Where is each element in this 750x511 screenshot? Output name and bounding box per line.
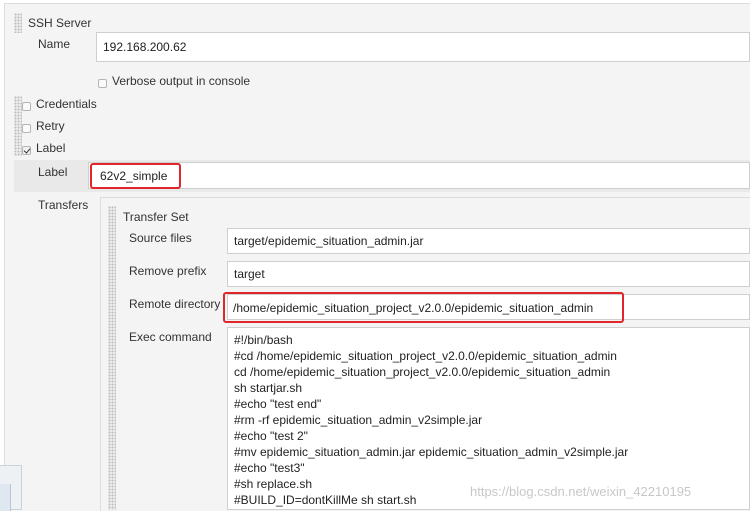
exec-line: cd /home/epidemic_situation_project_v2.0… [234, 365, 611, 379]
exec-line: #sh replace.sh [234, 477, 313, 491]
label-input[interactable] [88, 162, 750, 189]
exec-line: sh startjar.sh [234, 381, 303, 395]
remote-directory-value: /home/epidemic_situation_project_v2.0.0/… [233, 300, 594, 315]
label-input-value: 62v2_simple [100, 169, 168, 183]
exec-command-label: Exec command [129, 330, 212, 344]
transfer-set-title: Transfer Set [123, 210, 189, 224]
side-widget-tab [0, 484, 11, 511]
name-input[interactable]: 192.168.200.62 [96, 32, 750, 62]
remove-prefix-input[interactable]: target [227, 261, 750, 287]
exec-line: #echo "test 2" [234, 429, 308, 443]
exec-line: #!/bin/bash [234, 333, 293, 347]
watermark: https://blog.csdn.net/weixin_42210195 [470, 484, 692, 499]
exec-line: #cd /home/epidemic_situation_project_v2.… [234, 349, 617, 363]
drag-handle-icon[interactable] [14, 13, 22, 33]
transfer-set-grip-icon[interactable] [108, 206, 116, 510]
exec-line: #mv epidemic_situation_admin.jar epidemi… [234, 445, 629, 459]
source-files-value: target/epidemic_situation_admin.jar [234, 234, 424, 248]
exec-line: #echo "test end" [234, 397, 322, 411]
retry-checkbox[interactable] [22, 124, 31, 133]
exec-line: #BUILD_ID=dontKillMe sh start.sh [234, 493, 417, 507]
options-grip-icon [14, 96, 22, 156]
label-field-label: Label [38, 165, 68, 179]
exec-command-textarea[interactable]: #!/bin/bash #cd /home/epidemic_situation… [227, 327, 750, 510]
name-label: Name [38, 37, 71, 51]
ssh-server-title: SSH Server [28, 16, 92, 30]
verbose-checkbox[interactable] [98, 79, 107, 88]
source-files-input[interactable]: target/epidemic_situation_admin.jar [227, 228, 750, 254]
credentials-label: Credentials [36, 97, 97, 111]
remote-directory-highlight: /home/epidemic_situation_project_v2.0.0/… [223, 292, 624, 323]
side-widget[interactable] [0, 465, 22, 511]
name-input-value: 192.168.200.62 [103, 40, 187, 54]
transfers-label: Transfers [38, 198, 89, 212]
label-checkbox-label: Label [36, 141, 66, 155]
remove-prefix-label: Remove prefix [129, 264, 207, 278]
exec-line: #echo "test3" [234, 461, 305, 475]
exec-line: #rm -rf epidemic_situation_admin_v2simpl… [234, 413, 483, 427]
remove-prefix-value: target [234, 267, 265, 281]
label-checkbox[interactable] [22, 146, 31, 155]
credentials-checkbox[interactable] [22, 102, 31, 111]
source-files-label: Source files [129, 231, 192, 245]
label-value-highlight: 62v2_simple [90, 163, 181, 189]
verbose-label: Verbose output in console [112, 74, 251, 88]
retry-label: Retry [36, 119, 65, 133]
remote-directory-label: Remote directory [129, 297, 221, 311]
